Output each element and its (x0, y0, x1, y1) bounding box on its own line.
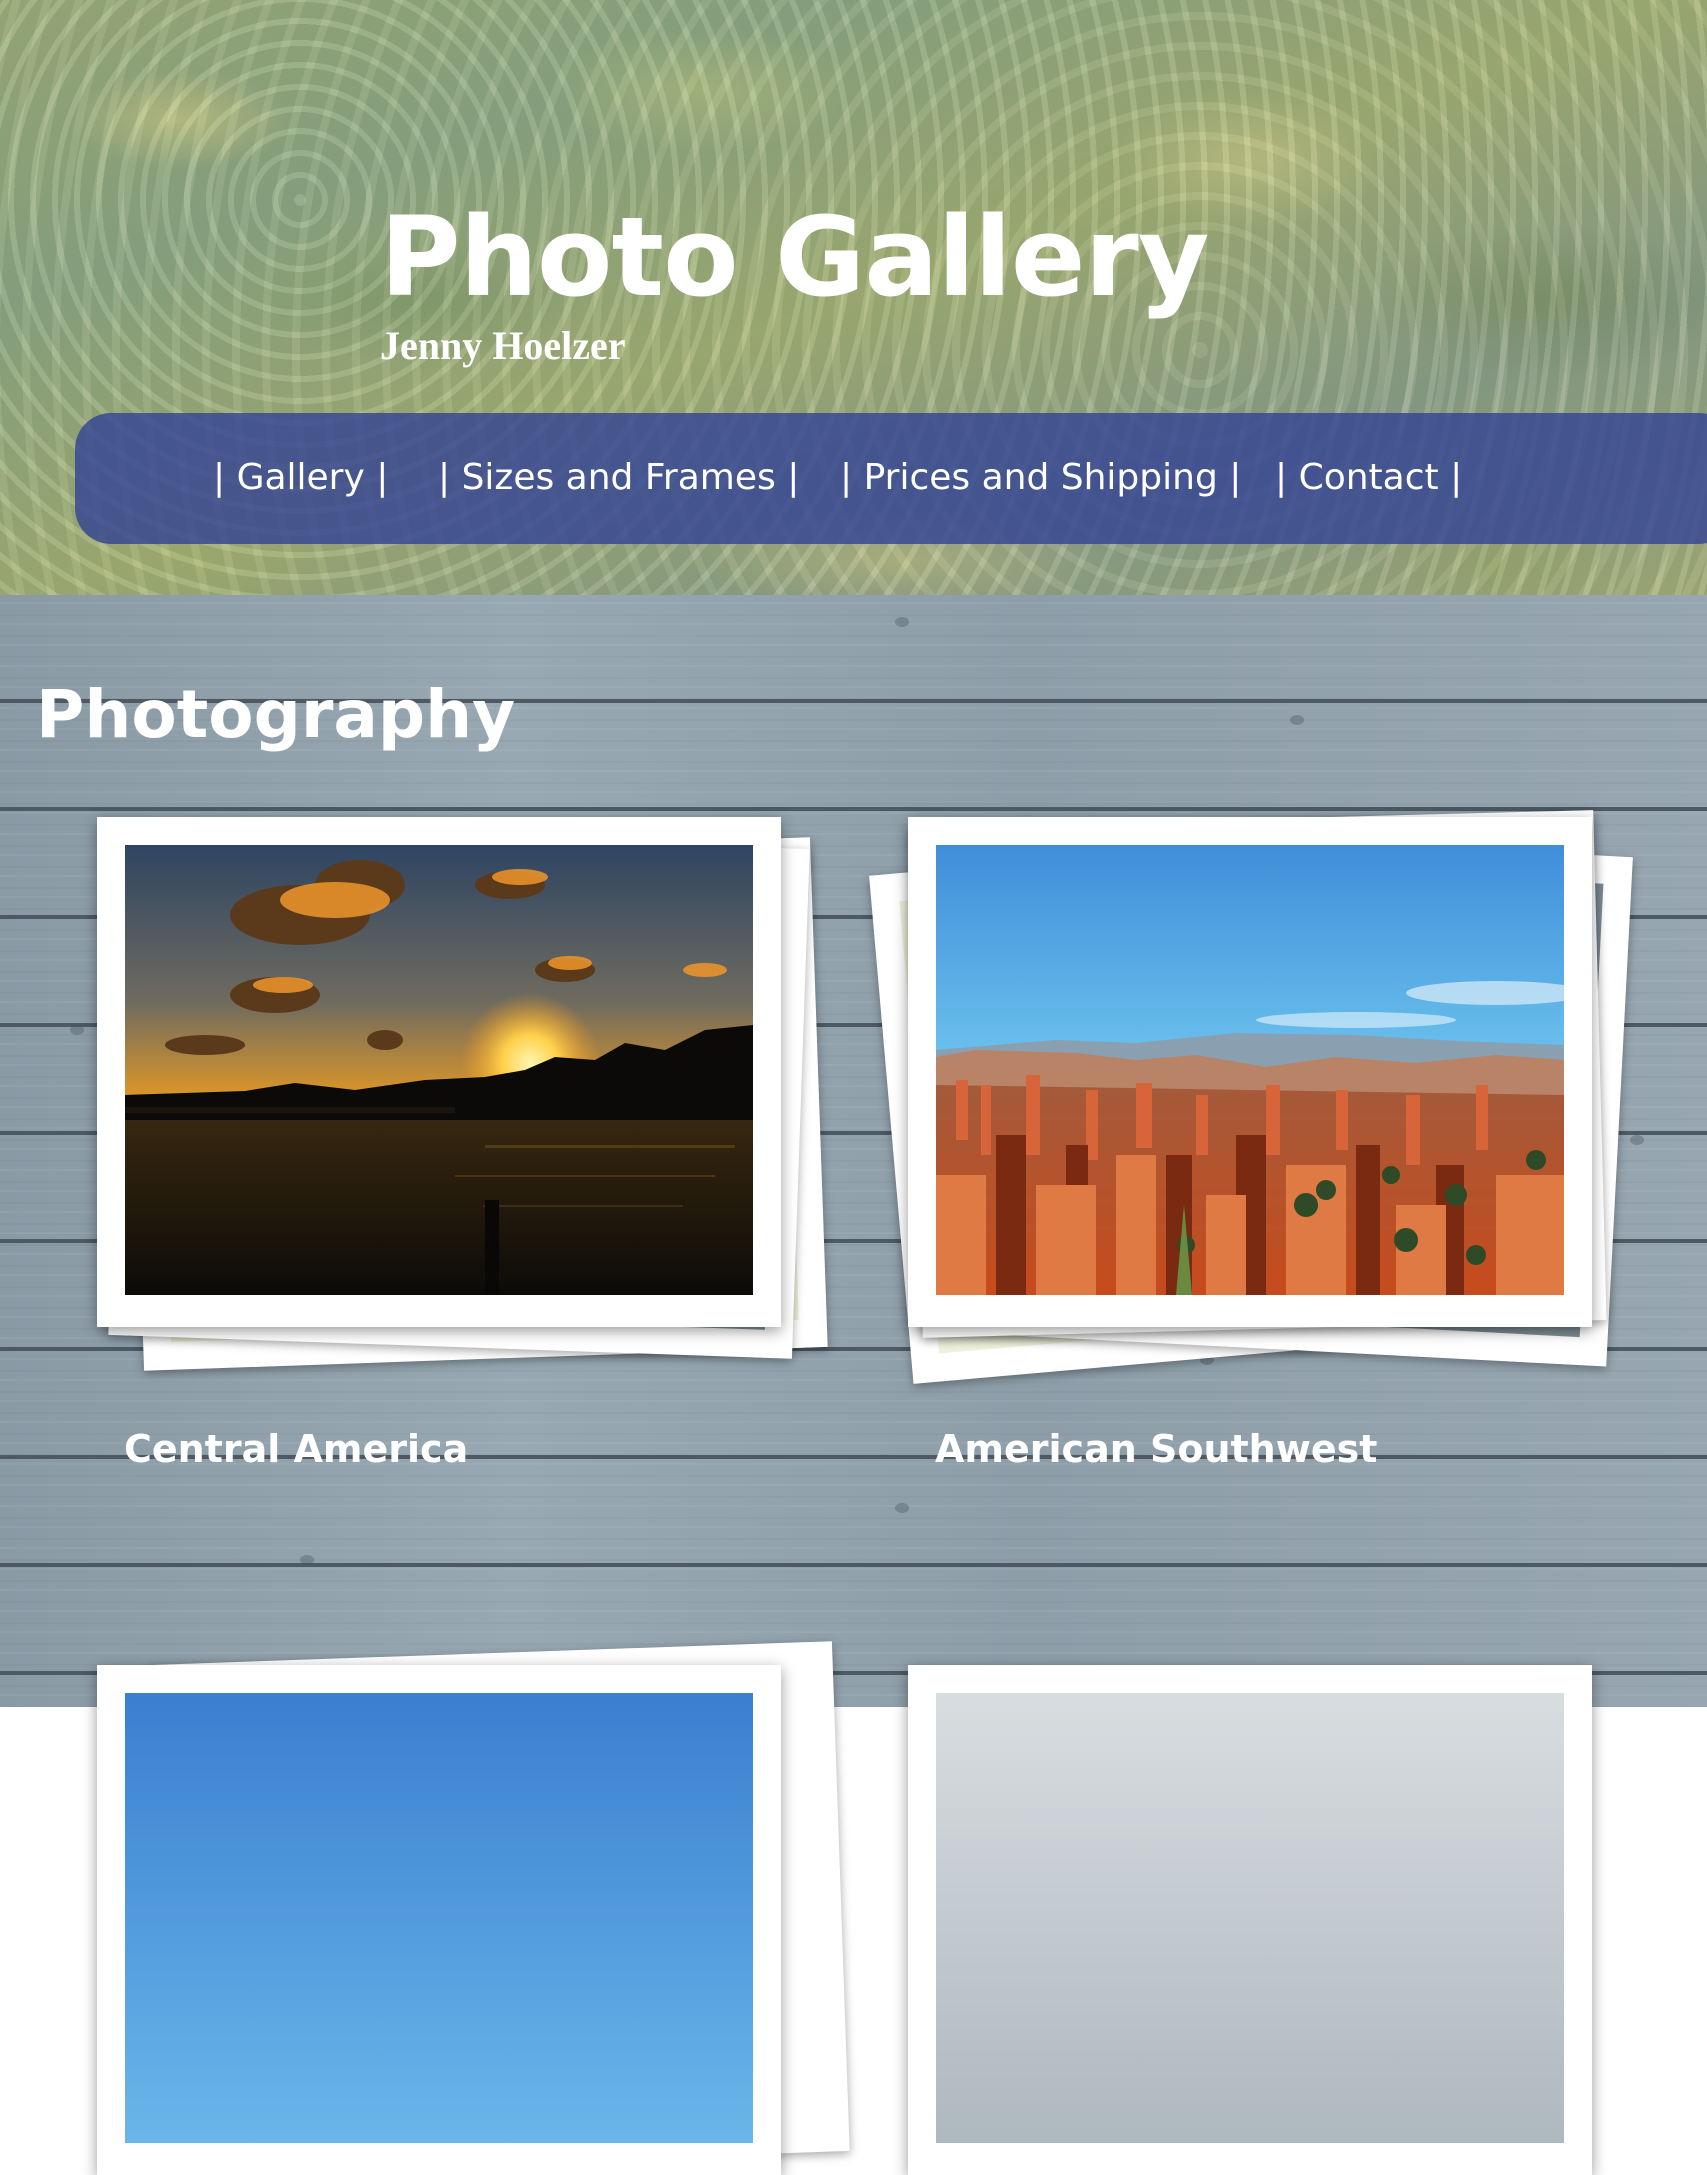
site-author: Jenny Hoelzer (380, 323, 626, 368)
site-title: Photo Gallery (380, 193, 1209, 321)
album-card-third[interactable] (97, 1641, 850, 2175)
album-cover-print (97, 1665, 781, 2175)
section-heading: Photography (36, 676, 516, 753)
nav-item-sizes-and-frames[interactable]: | Sizes and Frames | (438, 451, 799, 505)
album-cover-print (908, 1665, 1592, 2175)
album-title-american-southwest[interactable]: American Southwest (935, 1425, 1377, 1473)
album-cover-print (97, 817, 781, 1327)
main-nav: | Gallery | | Sizes and Frames | | Price… (75, 413, 1707, 544)
album-cover-print (908, 817, 1592, 1327)
photo-partial (125, 1693, 753, 2143)
nav-item-gallery[interactable]: | Gallery | (213, 451, 388, 505)
album-card-fourth[interactable] (908, 1665, 1592, 2175)
header-banner: Photo Gallery Jenny Hoelzer | Gallery | … (0, 0, 1707, 595)
album-card-american-southwest[interactable] (869, 810, 1633, 1384)
album-title-central-america[interactable]: Central America (124, 1425, 468, 1473)
photo-red-rock-canyon (936, 845, 1564, 1295)
nav-item-contact[interactable]: | Contact | (1275, 451, 1462, 505)
photo-sunset-over-water (125, 845, 753, 1295)
nav-item-prices-and-shipping[interactable]: | Prices and Shipping | (840, 451, 1241, 505)
album-card-central-america[interactable] (97, 817, 828, 1371)
photo-partial (936, 1693, 1564, 2143)
